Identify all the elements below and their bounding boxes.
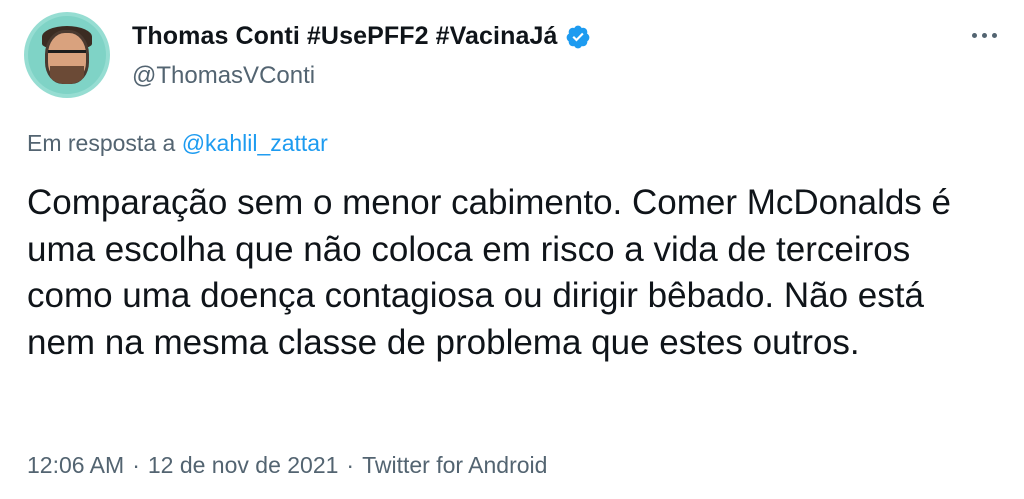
avatar-beard — [50, 66, 84, 84]
author-display-name[interactable]: Thomas Conti #UsePFF2 #VacinaJá — [132, 22, 557, 51]
avatar-glasses — [48, 50, 86, 63]
tweet-date[interactable]: 12 de nov de 2021 — [148, 452, 339, 479]
dot — [991, 32, 997, 38]
tweet-time[interactable]: 12:06 AM — [27, 452, 124, 479]
verified-badge-icon — [567, 25, 590, 48]
meta-separator: · — [346, 452, 355, 478]
tweet-text: Comparação sem o menor cabimento. Comer … — [27, 183, 951, 362]
reply-prefix: Em resposta a — [27, 130, 176, 156]
reply-handle-link[interactable]: @kahlil_zattar — [182, 130, 328, 156]
author-handle[interactable]: @ThomasVConti — [132, 62, 315, 90]
meta-separator: · — [132, 452, 140, 478]
dot — [981, 32, 987, 38]
tweet-card: Thomas Conti #UsePFF2 #VacinaJá @ThomasV… — [0, 0, 1024, 499]
author-name-row[interactable]: Thomas Conti #UsePFF2 #VacinaJá — [132, 22, 591, 51]
tweet-meta: 12:06 AM · 12 de nov de 2021 · Twitter f… — [27, 452, 547, 479]
more-options-icon[interactable] — [964, 20, 1004, 50]
tweet-source[interactable]: Twitter for Android — [362, 452, 547, 479]
dot — [971, 32, 977, 38]
avatar[interactable] — [24, 12, 110, 98]
reply-context: Em resposta a @kahlil_zattar — [27, 130, 328, 157]
